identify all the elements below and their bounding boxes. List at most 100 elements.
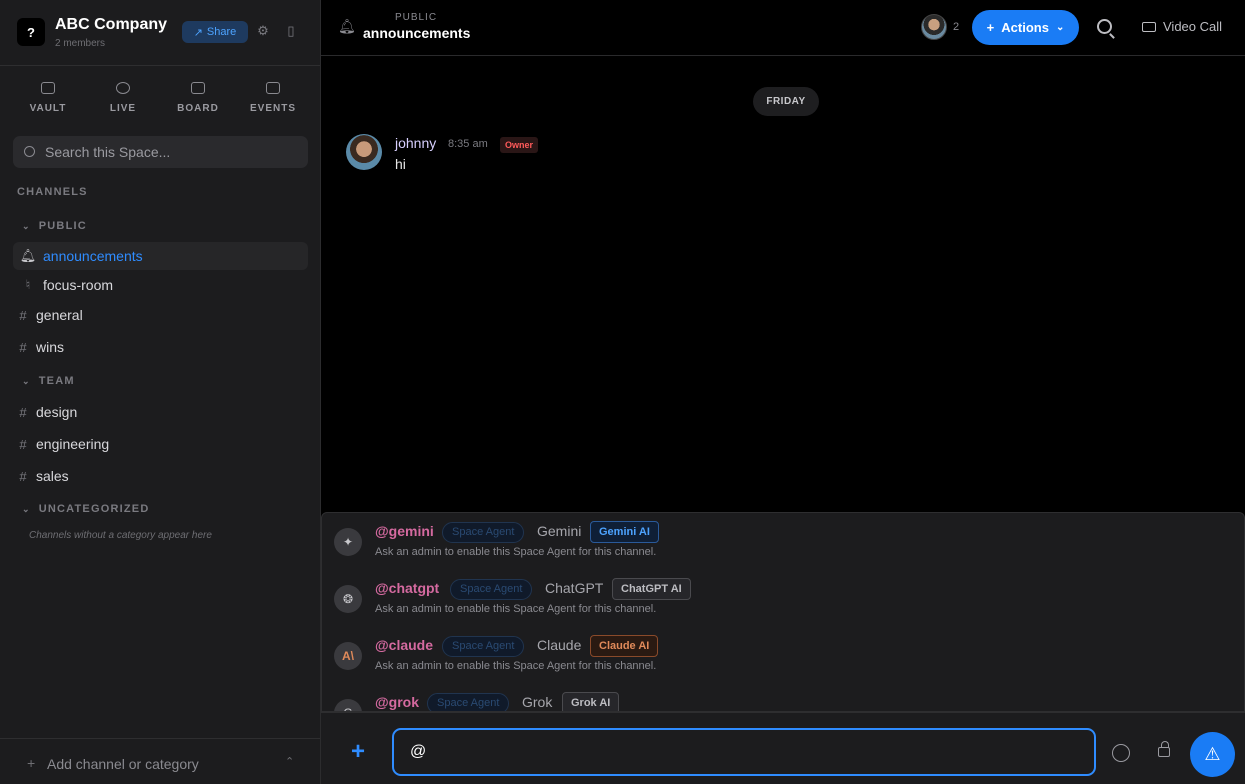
- channels-heading: CHANNELS: [17, 186, 88, 198]
- space-agent-tag: Space Agent: [442, 522, 525, 543]
- channel-announcements[interactable]: 🔔︎ announcements: [13, 242, 308, 270]
- mention-handle: @grok: [375, 694, 419, 710]
- channel-visibility: PUBLIC: [394, 12, 438, 23]
- category-public[interactable]: ⌄ PUBLIC: [22, 220, 87, 232]
- owner-badge: Owner: [500, 137, 539, 153]
- workspace-header: ? ABC Company 2 members ↗ Share ⚙ ▯: [0, 0, 320, 66]
- nav-board-label: BOARD: [177, 103, 219, 114]
- message-input[interactable]: [410, 730, 1080, 774]
- add-channel-button[interactable]: + Add channel or category ⌃: [0, 738, 320, 784]
- hash-icon: #: [19, 339, 27, 355]
- channel-design[interactable]: # design: [13, 398, 308, 426]
- member-avatar[interactable]: [921, 14, 947, 40]
- mention-name: ChatGPT: [545, 580, 604, 596]
- avatar[interactable]: [346, 134, 382, 170]
- channel-focus-room-label: focus-room: [43, 277, 114, 293]
- mention-handle: @gemini: [375, 523, 434, 539]
- mention-item-grok[interactable]: G @grok Space Agent Grok Grok AI: [322, 684, 1244, 711]
- workspace-name[interactable]: ABC Company: [55, 16, 167, 34]
- video-call-button[interactable]: Video Call: [1142, 19, 1222, 34]
- hash-icon: #: [19, 404, 27, 420]
- workspace-logo-icon[interactable]: ?: [17, 18, 45, 46]
- actions-button[interactable]: + Actions ⌄: [972, 10, 1079, 45]
- space-agent-tag: Space Agent: [427, 693, 510, 711]
- video-call-label: Video Call: [1163, 19, 1223, 34]
- mention-item-claude[interactable]: A\ @claude Space Agent Claude Claude AI …: [322, 627, 1244, 684]
- chevron-down-icon: ⌄: [1055, 22, 1065, 33]
- add-channel-label: Add channel or category: [47, 756, 199, 772]
- nav-events[interactable]: EVENTS: [243, 82, 303, 116]
- category-uncategorized-label: UNCATEGORIZED: [38, 503, 150, 515]
- share-button-label: Share: [206, 26, 237, 38]
- nav-vault[interactable]: VAULT: [18, 82, 78, 116]
- plus-icon: +: [27, 755, 36, 771]
- chevron-down-icon: ⌄: [22, 220, 31, 231]
- day-divider: FRIDAY: [753, 87, 819, 116]
- mention-name: Grok: [522, 694, 553, 710]
- gemini-icon: ✦: [334, 528, 362, 556]
- share-arrow-icon: ↗: [193, 26, 203, 39]
- bell-icon: 🔔︎: [338, 18, 356, 34]
- message-author[interactable]: johnny: [395, 135, 436, 151]
- attach-plus-icon[interactable]: +: [351, 740, 365, 764]
- mention-handle: @chatgpt: [375, 580, 440, 596]
- mention-name: Claude: [537, 637, 582, 653]
- category-team-label: TEAM: [38, 375, 75, 387]
- nav-live-label: LIVE: [109, 103, 137, 114]
- board-icon: [191, 82, 205, 94]
- video-camera-icon: [1142, 21, 1156, 32]
- channel-general-label: general: [36, 307, 83, 323]
- mention-handle: @claude: [375, 637, 434, 653]
- channel-title: announcements: [363, 25, 471, 41]
- channel-header: 🔔︎ PUBLIC announcements 2 + Actions ⌄ Vi…: [321, 0, 1245, 56]
- nav-live[interactable]: LIVE: [93, 82, 153, 116]
- vault-icon: [41, 82, 55, 94]
- sidebar: ? ABC Company 2 members ↗ Share ⚙ ▯ VAUL…: [0, 0, 321, 784]
- send-button[interactable]: ⚠︎: [1190, 732, 1235, 777]
- channel-wins[interactable]: # wins: [13, 333, 308, 361]
- grok-icon: G: [334, 699, 362, 711]
- mention-note: Ask an admin to enable this Space Agent …: [375, 603, 657, 615]
- chevron-down-icon: ⌄: [22, 375, 31, 386]
- message-composer: + ⚠︎: [321, 712, 1245, 784]
- settings-gear-icon[interactable]: ⚙: [256, 24, 270, 38]
- channel-focus-room[interactable]: ♮ focus-room: [13, 271, 308, 299]
- channel-sales[interactable]: # sales: [13, 462, 308, 490]
- channel-general[interactable]: # general: [13, 301, 308, 329]
- search-icon[interactable]: [1097, 19, 1112, 34]
- ai-badge: ChatGPT AI: [612, 578, 691, 600]
- hash-icon: #: [19, 468, 27, 484]
- channel-engineering[interactable]: # engineering: [13, 430, 308, 458]
- quick-nav: VAULT LIVE BOARD EVENTS: [0, 66, 320, 128]
- ai-badge: Claude AI: [590, 635, 659, 657]
- space-agent-tag: Space Agent: [450, 579, 533, 600]
- mention-item-gemini[interactable]: ✦ @gemini Space Agent Gemini Gemini AI A…: [322, 513, 1244, 570]
- collapse-sidebar-icon[interactable]: ▯: [284, 24, 298, 38]
- share-button[interactable]: ↗ Share: [182, 21, 248, 43]
- channel-engineering-label: engineering: [36, 436, 110, 452]
- ai-badge: Gemini AI: [590, 521, 659, 543]
- channel-announcements-label: announcements: [43, 248, 143, 264]
- nav-events-label: EVENTS: [249, 103, 296, 114]
- category-team[interactable]: ⌄ TEAM: [22, 375, 75, 387]
- channel-wins-label: wins: [36, 339, 65, 355]
- mention-suggestions: ✦ @gemini Space Agent Gemini Gemini AI A…: [321, 512, 1245, 712]
- mention-item-chatgpt[interactable]: ❂ @chatgpt Space Agent ChatGPT ChatGPT A…: [322, 570, 1244, 627]
- chevron-up-icon[interactable]: ⌃: [285, 755, 294, 768]
- channel-sales-label: sales: [36, 468, 69, 484]
- live-icon: [116, 82, 130, 94]
- mention-note: Ask an admin to enable this Space Agent …: [375, 546, 657, 558]
- space-search: [13, 136, 308, 168]
- space-agent-tag: Space Agent: [442, 636, 525, 657]
- app-window: ? ABC Company 2 members ↗ Share ⚙ ▯ VAUL…: [0, 0, 1245, 784]
- unlock-icon[interactable]: [1158, 741, 1170, 757]
- send-icon: ⚠︎: [1204, 744, 1221, 764]
- hash-icon: #: [19, 436, 27, 452]
- member-count[interactable]: 2: [953, 21, 959, 33]
- bell-icon: 🔔︎: [19, 248, 37, 263]
- nav-board[interactable]: BOARD: [168, 82, 228, 116]
- emoji-icon[interactable]: [1112, 744, 1130, 762]
- actions-button-label: Actions: [1001, 20, 1049, 35]
- space-search-input[interactable]: [45, 136, 300, 168]
- category-uncategorized[interactable]: ⌄ UNCATEGORIZED: [22, 503, 149, 515]
